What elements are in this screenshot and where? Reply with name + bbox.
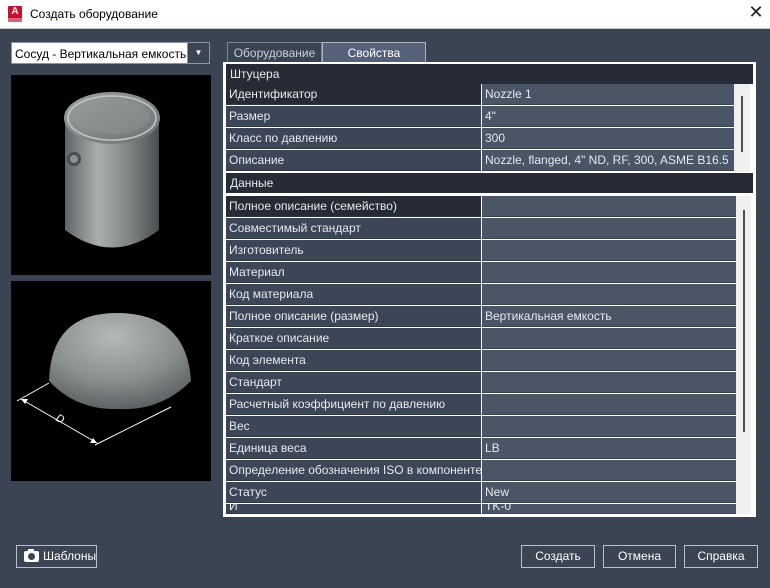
property-row[interactable]: И TK-0: [226, 504, 736, 514]
property-value[interactable]: [482, 262, 736, 283]
property-name: Идентификатор: [226, 84, 481, 105]
property-name: Расчетный коэффициент по давлению: [226, 394, 481, 415]
property-value[interactable]: LB: [482, 438, 736, 459]
equipment-type-value: Сосуд - Вертикальная емкость: [15, 47, 187, 61]
property-name: Размер: [226, 106, 481, 127]
property-name: Вес: [226, 416, 481, 437]
tab-properties[interactable]: Свойства: [322, 42, 426, 64]
property-name: Стандарт: [226, 372, 481, 393]
data-scrollbar[interactable]: [736, 196, 751, 514]
help-button[interactable]: Справка: [684, 545, 758, 568]
nozzles-scrollbar[interactable]: [734, 84, 750, 172]
property-value[interactable]: [482, 284, 736, 305]
property-value[interactable]: Вертикальная емкость: [482, 306, 736, 327]
cancel-button[interactable]: Отмена: [603, 545, 676, 568]
property-row[interactable]: Стандарт: [226, 372, 736, 394]
templates-button-label: Шаблоны: [43, 549, 97, 563]
head-preview: D: [11, 281, 211, 481]
property-value[interactable]: [482, 350, 736, 371]
equipment-type-select[interactable]: Сосуд - Вертикальная емкость ▼: [11, 42, 210, 64]
scrollbar-thumb[interactable]: [743, 210, 745, 432]
property-value[interactable]: [482, 372, 736, 393]
property-name: Код материала: [226, 284, 481, 305]
property-row[interactable]: Статус New: [226, 482, 736, 504]
property-name: Полное описание (размер): [226, 306, 481, 327]
property-value[interactable]: [482, 416, 736, 437]
property-value[interactable]: Nozzle, flanged, 4" ND, RF, 300, ASME B1…: [482, 150, 735, 171]
templates-button[interactable]: Шаблоны: [16, 545, 97, 568]
property-value[interactable]: 4": [482, 106, 735, 127]
property-value[interactable]: New: [482, 482, 736, 503]
property-name: Код элемента: [226, 350, 481, 371]
app-icon-letter: A: [11, 6, 19, 17]
title-bar: A Создать оборудование ✕: [0, 0, 770, 29]
property-name: Единица веса: [226, 438, 481, 459]
camera-icon: [24, 549, 39, 562]
tab-equipment[interactable]: Оборудование: [227, 42, 322, 64]
property-value[interactable]: [482, 460, 736, 481]
property-value[interactable]: [482, 240, 736, 261]
property-row[interactable]: Описание Nozzle, flanged, 4" ND, RF, 300…: [226, 150, 735, 172]
property-name: Совместимый стандарт: [226, 218, 481, 239]
property-row[interactable]: Изготовитель: [226, 240, 736, 262]
property-name: Статус: [226, 482, 481, 503]
vertical-vessel-image: [64, 92, 160, 248]
property-value[interactable]: [482, 328, 736, 349]
property-row[interactable]: Расчетный коэффициент по давлению: [226, 394, 736, 416]
property-name: Описание: [226, 150, 481, 171]
property-row[interactable]: Класс по давлению 300: [226, 128, 735, 150]
property-value[interactable]: 300: [482, 128, 735, 149]
property-name: Краткое описание: [226, 328, 481, 349]
property-name: Материал: [226, 262, 481, 283]
create-button[interactable]: Создать: [521, 545, 595, 568]
property-row[interactable]: Полное описание (размер) Вертикальная ем…: [226, 306, 736, 328]
property-value[interactable]: Nozzle 1: [482, 84, 735, 105]
property-name: Изготовитель: [226, 240, 481, 261]
scrollbar-thumb[interactable]: [741, 96, 743, 152]
property-row[interactable]: Совместимый стандарт: [226, 218, 736, 240]
property-value[interactable]: [482, 196, 736, 217]
property-value[interactable]: [482, 394, 736, 415]
property-row[interactable]: Краткое описание: [226, 328, 736, 350]
window-title: Создать оборудование: [30, 7, 158, 21]
section-data-header[interactable]: Данные: [226, 173, 753, 193]
property-row[interactable]: Вес: [226, 416, 736, 438]
property-row[interactable]: Определение обозначения ISO в компоненте: [226, 460, 736, 482]
property-row[interactable]: Размер 4": [226, 106, 735, 128]
properties-panel: Штуцера Идентификатор Nozzle 1 Размер 4"…: [223, 62, 756, 517]
property-row[interactable]: Полное описание (семейство): [226, 196, 736, 218]
property-value[interactable]: [482, 218, 736, 239]
close-icon[interactable]: ✕: [746, 3, 766, 23]
property-name: И: [226, 504, 481, 514]
property-value[interactable]: TK-0: [482, 504, 736, 514]
section-nozzles-header[interactable]: Штуцера: [226, 64, 753, 84]
property-row[interactable]: Единица веса LB: [226, 438, 736, 460]
property-name: Класс по давлению: [226, 128, 481, 149]
chevron-down-icon[interactable]: ▼: [187, 43, 209, 63]
property-row[interactable]: Код элемента: [226, 350, 736, 372]
property-name: Определение обозначения ISO в компоненте: [226, 460, 481, 481]
property-row[interactable]: Код материала: [226, 284, 736, 306]
property-row[interactable]: Идентификатор Nozzle 1: [226, 84, 735, 106]
property-name: Полное описание (семейство): [226, 196, 481, 217]
autocad-app-icon: A: [8, 6, 22, 22]
equipment-preview: [11, 75, 211, 275]
head-shape-image: D: [16, 312, 191, 446]
property-row[interactable]: Материал: [226, 262, 736, 284]
